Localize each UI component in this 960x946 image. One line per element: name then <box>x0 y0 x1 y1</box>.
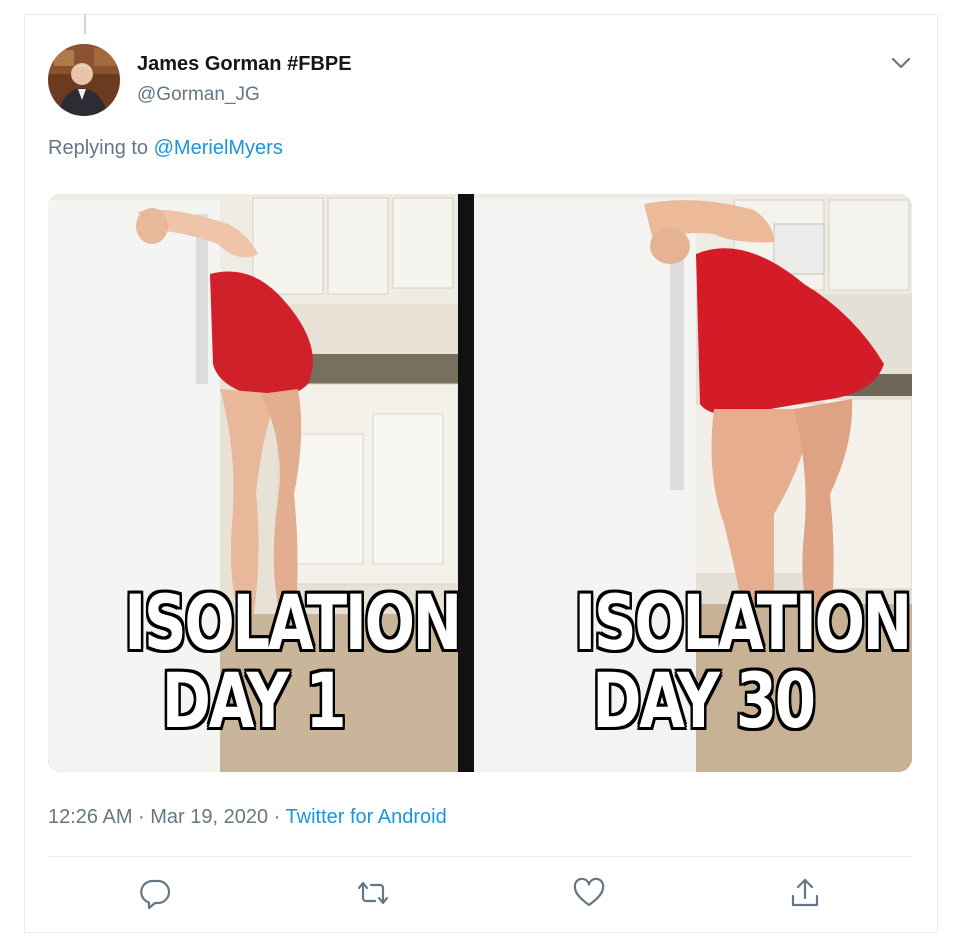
like-button[interactable] <box>572 876 606 910</box>
user-handle[interactable]: @Gorman_JG <box>137 84 260 106</box>
reply-icon <box>140 879 171 910</box>
caption-line-1: ISOLATION <box>124 578 458 667</box>
caption-line-2: DAY 30 <box>592 656 816 745</box>
retweet-icon <box>357 881 389 905</box>
display-name[interactable]: James Gorman #FBPE <box>137 53 352 76</box>
caption-line-2: DAY 1 <box>161 656 347 745</box>
meme-panel-day-30: ISOLATION DAY 30 <box>474 194 912 772</box>
reply-button[interactable] <box>138 876 172 910</box>
avatar[interactable] <box>48 44 120 116</box>
share-icon <box>791 878 819 907</box>
tweet-source-link[interactable]: Twitter for Android <box>286 806 447 828</box>
share-button[interactable] <box>788 876 822 910</box>
meme-panel-day-1: ISOLATION DAY 1 <box>48 194 458 772</box>
heart-icon <box>573 877 605 907</box>
thread-connector <box>84 14 86 34</box>
replying-to: Replying to @MerielMyers <box>48 137 283 160</box>
bottom-divider <box>24 932 936 933</box>
avatar-photo <box>48 44 120 116</box>
top-divider <box>24 14 936 15</box>
caption-day-1: ISOLATION DAY 1 <box>124 578 458 745</box>
mention-link[interactable]: @MerielMyers <box>154 137 283 159</box>
meme-divider <box>458 194 474 772</box>
actions-divider <box>48 856 912 857</box>
retweet-button[interactable] <box>356 876 390 910</box>
caption-line-1: ISOLATION <box>574 578 912 667</box>
tweet-media[interactable]: ISOLATION DAY 1 ISOLATION DAY 30 <box>48 194 912 772</box>
caption-day-30: ISOLATION DAY 30 <box>574 578 912 745</box>
timestamp[interactable]: 12:26 AM · Mar 19, 2020 · <box>48 806 286 828</box>
replying-label: Replying to <box>48 137 154 159</box>
chevron-down-icon[interactable] <box>888 52 914 74</box>
tweet-meta: 12:26 AM · Mar 19, 2020 · Twitter for An… <box>48 806 447 829</box>
